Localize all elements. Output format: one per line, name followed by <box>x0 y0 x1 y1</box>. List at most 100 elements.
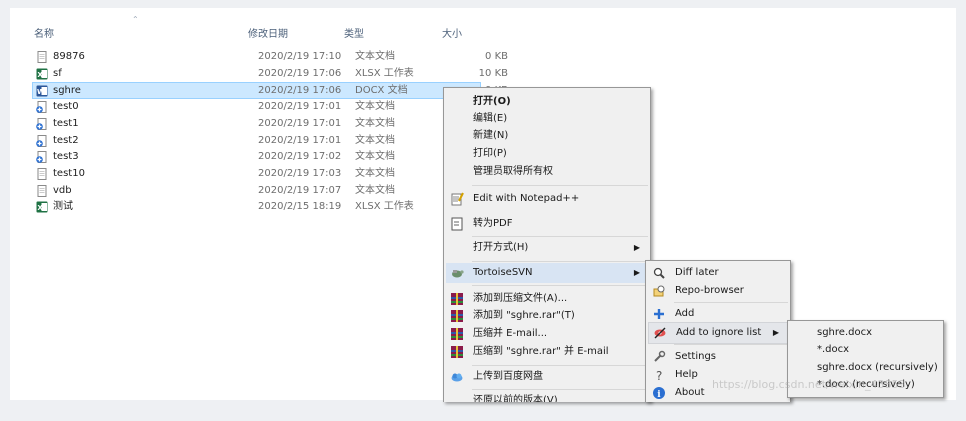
tortoise-icon <box>452 270 464 278</box>
menu-item-tortoisesvn[interactable]: TortoiseSVN ▶ <box>446 263 648 283</box>
notepad-icon <box>451 192 464 206</box>
svn-file-icon <box>36 151 47 164</box>
repo-browser-icon <box>653 285 665 297</box>
file-type: 文本文档 <box>355 167 395 179</box>
word-file-icon: W <box>36 85 48 97</box>
svn-repo-browser[interactable]: Repo-browser <box>648 281 788 301</box>
menu-item-take-ownership[interactable]: 管理员取得所有权 <box>446 162 648 182</box>
file-row[interactable]: Xsf 2020/2/19 17:06 XLSX 工作表 10 KB <box>33 66 508 82</box>
file-name: test2 <box>53 134 79 146</box>
svg-text:W: W <box>37 88 45 96</box>
file-type: 文本文档 <box>355 117 395 129</box>
file-row[interactable]: 89876 2020/2/19 17:10 文本文档 0 KB <box>33 49 508 65</box>
text-file-icon <box>37 51 47 63</box>
svn-file-icon <box>36 134 47 147</box>
submenu-arrow-icon: ▶ <box>633 243 640 252</box>
svg-text:X: X <box>37 204 43 212</box>
column-header-date[interactable]: 修改日期 <box>248 25 288 45</box>
svg-text:?: ? <box>656 369 662 382</box>
file-name: test3 <box>53 151 79 163</box>
file-type: XLSX 工作表 <box>355 201 414 213</box>
file-date: 2020/2/19 17:10 <box>258 51 342 62</box>
svn-settings[interactable]: Settings <box>648 347 788 367</box>
file-type: 文本文档 <box>355 184 395 196</box>
winrar-icon <box>451 293 463 305</box>
menu-item-compress-email[interactable]: 压缩并 E-mail... <box>446 324 648 344</box>
file-name: sghre <box>53 85 81 97</box>
file-name: test1 <box>53 117 79 129</box>
text-file-icon <box>37 184 47 197</box>
winrar-icon <box>451 328 463 340</box>
text-file-icon <box>37 167 47 180</box>
svg-text:X: X <box>37 71 43 79</box>
file-type: 文本文档 <box>355 151 395 163</box>
file-date: 2020/2/19 17:06 <box>258 85 342 97</box>
file-row[interactable]: test2 2020/2/19 17:01 文本文档 <box>33 133 480 149</box>
file-name: 测试 <box>53 201 73 213</box>
file-row[interactable]: test10 2020/2/19 17:03 文本文档 <box>33 166 480 182</box>
file-date: 2020/2/19 17:06 <box>258 67 342 79</box>
svn-file-icon <box>36 117 47 130</box>
file-size: 10 KB <box>478 67 508 79</box>
file-type: XLSX 工作表 <box>355 67 414 79</box>
file-name: test0 <box>53 101 79 113</box>
file-size: 0 KB <box>485 51 508 62</box>
pdf-icon <box>451 217 463 231</box>
info-icon: i <box>653 387 665 400</box>
winrar-icon <box>451 346 463 358</box>
ignore-item-extension[interactable]: *.docx <box>790 340 941 360</box>
file-date: 2020/2/19 17:03 <box>258 167 342 179</box>
file-row[interactable]: vdb 2020/2/19 17:07 文本文档 <box>33 183 480 199</box>
menu-item-to-pdf[interactable]: 转为PDF <box>446 214 648 234</box>
winrar-icon <box>451 310 463 322</box>
plus-icon <box>654 309 664 319</box>
column-header-name[interactable]: 名称 <box>34 25 54 45</box>
file-type: DOCX 文档 <box>355 85 408 97</box>
file-type: 文本文档 <box>355 134 395 146</box>
file-date: 2020/2/19 17:01 <box>258 117 342 129</box>
file-type: 文本文档 <box>355 51 395 62</box>
file-date: 2020/2/19 17:07 <box>258 184 342 196</box>
settings-icon <box>654 350 666 362</box>
file-type: 文本文档 <box>355 101 395 113</box>
file-row[interactable]: test3 2020/2/19 17:02 文本文档 <box>33 149 480 165</box>
menu-item-compress-rar-email[interactable]: 压缩到 "sghre.rar" 并 E-mail <box>446 342 648 362</box>
svg-text:i: i <box>657 390 661 400</box>
file-name: vdb <box>53 184 72 196</box>
file-row[interactable]: Wsghre2020/2/19 17:06DOCX 文档0 KB <box>32 82 508 100</box>
menu-item-notepadpp[interactable]: Edit with Notepad++ <box>446 189 648 209</box>
menu-item-restore-version[interactable]: 还原以前的版本(V) <box>446 391 648 402</box>
svn-diff-later[interactable]: Diff later <box>648 263 788 283</box>
svn-add[interactable]: Add <box>648 304 788 324</box>
excel-file-icon: X <box>36 68 48 80</box>
help-icon: ? <box>656 369 662 382</box>
menu-item-baidu-upload[interactable]: 上传到百度网盘 <box>446 367 648 387</box>
sort-indicator-icon: ⌃ <box>132 15 139 24</box>
watermark: https://blog.csdn.net/weixin_43853 <box>712 378 906 391</box>
file-date: 2020/2/15 18:19 <box>258 201 342 213</box>
ignore-icon <box>654 327 666 339</box>
file-date: 2020/2/19 17:01 <box>258 134 342 146</box>
submenu-arrow-icon: ▶ <box>772 328 779 337</box>
baidu-cloud-icon <box>451 373 463 382</box>
svn-file-icon <box>36 101 47 114</box>
file-row[interactable]: test0 2020/2/19 17:01 文本文档 <box>33 99 480 115</box>
file-name: test10 <box>53 167 85 179</box>
file-row[interactable]: X 测试 2020/2/15 18:19 XLSX 工作表 <box>33 199 480 215</box>
context-menu: 打开(O) 编辑(E) 新建(N) 打印(P) 管理员取得所有权 Edit wi… <box>443 87 651 402</box>
submenu-arrow-icon: ▶ <box>633 268 640 277</box>
menu-item-print[interactable]: 打印(P) <box>446 144 648 164</box>
file-name: sf <box>53 67 62 79</box>
magnifier-icon <box>653 267 665 279</box>
excel-file-icon: X <box>36 201 48 213</box>
file-date: 2020/2/19 17:01 <box>258 101 342 113</box>
menu-item-open-with[interactable]: 打开方式(H) ▶ <box>446 238 648 258</box>
file-row[interactable]: test1 2020/2/19 17:01 文本文档 <box>33 116 480 132</box>
svn-add-to-ignore-list[interactable]: Add to ignore list ▶ <box>648 322 788 344</box>
menu-item-add-to-rar[interactable]: 添加到 "sghre.rar"(T) <box>446 306 648 326</box>
column-header-size[interactable]: 大小 <box>442 25 462 45</box>
menu-item-new[interactable]: 新建(N) <box>446 126 648 146</box>
column-header-type[interactable]: 类型 <box>344 25 364 45</box>
file-name: 89876 <box>53 51 85 62</box>
file-date: 2020/2/19 17:02 <box>258 151 342 163</box>
